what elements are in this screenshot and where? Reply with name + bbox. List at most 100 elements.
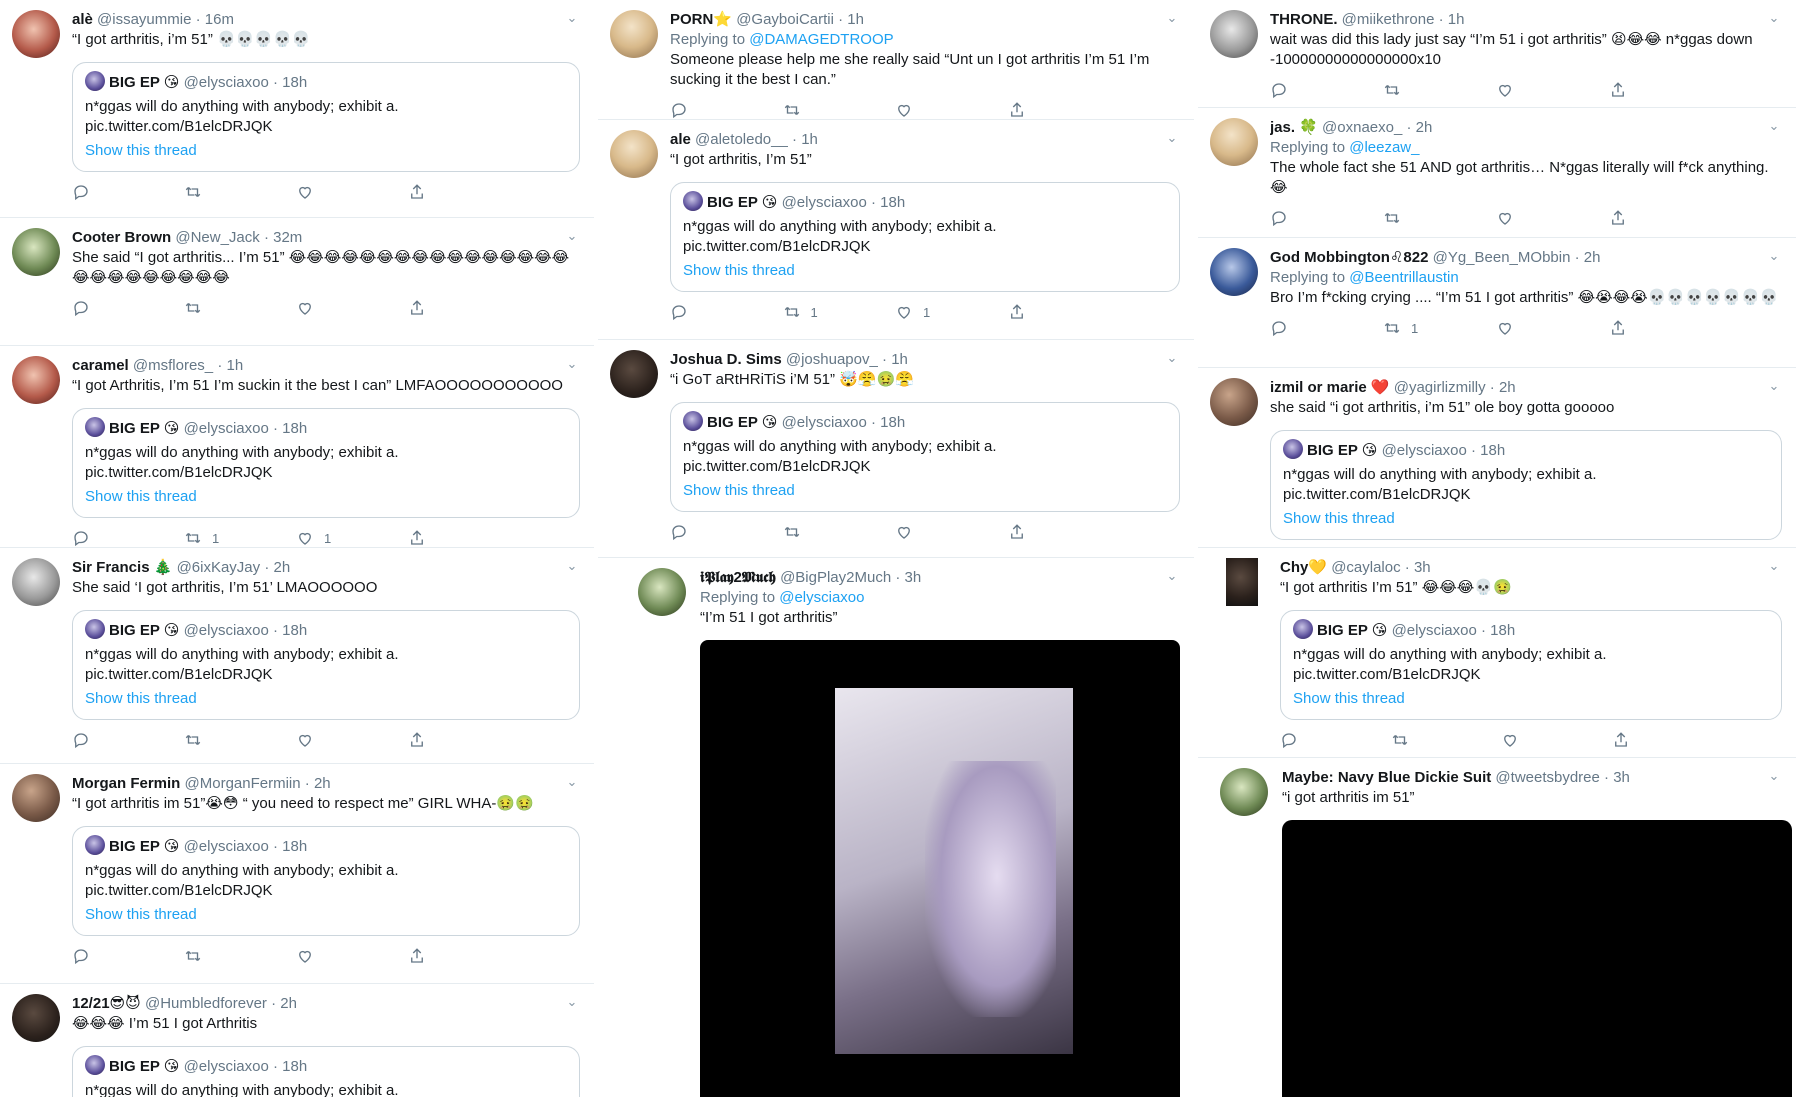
avatar[interactable] — [1220, 768, 1268, 816]
share-button[interactable] — [1008, 101, 1121, 119]
caret-down-icon[interactable]: ⌄ — [564, 558, 580, 574]
show-thread-link[interactable]: Show this thread — [85, 141, 567, 161]
author-name[interactable]: jas. 🍀 — [1270, 119, 1318, 136]
video-player[interactable] — [700, 640, 1180, 1097]
timestamp[interactable]: 2h — [1416, 119, 1433, 136]
caret-down-icon[interactable]: ⌄ — [1164, 350, 1180, 366]
quote-tweet[interactable]: BIG EP 😘 @elysciaxoo · 18h n*ggas will d… — [670, 182, 1180, 292]
tweet[interactable]: 𝖎𝕻𝖑𝖆𝖞2𝕸𝖚𝖈𝖍 @BigPlay2Much · 3h ⌄ Replying… — [598, 558, 1194, 1097]
author-name[interactable]: Morgan Fermin — [72, 775, 180, 792]
retweet-button[interactable] — [1391, 731, 1502, 749]
reply-button[interactable] — [1270, 319, 1383, 337]
author-name[interactable]: God Mobbington♌822 — [1270, 249, 1428, 266]
timestamp[interactable]: 2h — [280, 995, 297, 1012]
tweet[interactable]: God Mobbington♌822 @Yg_Been_MObbin · 2h … — [1198, 238, 1796, 368]
avatar[interactable] — [610, 10, 658, 58]
share-button[interactable] — [408, 529, 520, 547]
author-handle[interactable]: @aletoledo__ — [695, 131, 788, 148]
timestamp[interactable]: 2h — [274, 559, 291, 576]
tweet[interactable]: THRONE. @miikethrone · 1h ⌄ wait was did… — [1198, 0, 1796, 108]
avatar[interactable] — [12, 994, 60, 1042]
like-button[interactable] — [296, 299, 408, 317]
author-name[interactable]: caramel — [72, 357, 129, 374]
caret-down-icon[interactable]: ⌄ — [1766, 118, 1782, 134]
author-name[interactable]: Joshua D. Sims — [670, 351, 782, 368]
like-button[interactable] — [1501, 731, 1612, 749]
show-thread-link[interactable]: Show this thread — [1283, 509, 1769, 529]
author-name[interactable]: Sir Francis 🎄 — [72, 559, 172, 576]
timestamp[interactable]: 1h — [891, 351, 908, 368]
timestamp[interactable]: 2h — [1584, 249, 1601, 266]
avatar[interactable] — [1210, 248, 1258, 296]
share-button[interactable] — [408, 299, 520, 317]
caret-down-icon[interactable]: ⌄ — [1766, 378, 1782, 394]
author-handle[interactable]: @issayummie — [97, 11, 191, 28]
like-button[interactable] — [1496, 209, 1609, 227]
author-handle[interactable]: @6ixKayJay — [177, 559, 261, 576]
author-name[interactable]: Cooter Brown — [72, 229, 171, 246]
retweet-button[interactable] — [1383, 209, 1496, 227]
timestamp[interactable]: 32m — [273, 229, 302, 246]
author-handle[interactable]: @GayboiCartii — [736, 11, 834, 28]
reply-button[interactable] — [1270, 209, 1383, 227]
retweet-button[interactable] — [1383, 81, 1496, 99]
caret-down-icon[interactable]: ⌄ — [1164, 130, 1180, 146]
tweet[interactable]: caramel @msflores_ · 1h ⌄ “I got Arthrit… — [0, 346, 594, 548]
avatar[interactable] — [12, 10, 60, 58]
retweet-button[interactable]: 1 — [1383, 319, 1496, 337]
author-handle[interactable]: @msflores_ — [133, 357, 213, 374]
caret-down-icon[interactable]: ⌄ — [1766, 10, 1782, 26]
timestamp[interactable]: 1h — [801, 131, 818, 148]
avatar[interactable] — [1210, 378, 1258, 426]
like-button[interactable]: 1 — [296, 529, 408, 547]
retweet-button[interactable] — [783, 101, 896, 119]
author-name[interactable]: izmil or marie ❤️ — [1270, 379, 1390, 396]
replying-to-link[interactable]: @leezaw_ — [1349, 139, 1419, 156]
share-button[interactable] — [1612, 731, 1723, 749]
tweet[interactable]: Maybe: Navy Blue Dickie Suit @tweetsbydr… — [1198, 758, 1796, 1097]
author-name[interactable]: THRONE. — [1270, 11, 1338, 28]
author-handle[interactable]: @tweetsbydree — [1495, 769, 1599, 786]
reply-button[interactable] — [72, 529, 184, 547]
share-button[interactable] — [1609, 319, 1722, 337]
caret-down-icon[interactable]: ⌄ — [564, 228, 580, 244]
tweet[interactable]: Chy💛 @caylaloc · 3h ⌄ “I got arthritis I… — [1198, 548, 1796, 758]
retweet-button[interactable] — [184, 947, 296, 965]
tweet[interactable]: ale @aletoledo__ · 1h ⌄ “I got arthritis… — [598, 120, 1194, 340]
author-handle[interactable]: @MorganFermiin — [185, 775, 301, 792]
quote-tweet[interactable]: BIG EP 😘 @elysciaxoo · 18h n*ggas will d… — [72, 826, 580, 936]
caret-down-icon[interactable]: ⌄ — [1766, 768, 1782, 784]
reply-button[interactable] — [670, 523, 783, 541]
like-button[interactable] — [895, 101, 1008, 119]
share-button[interactable] — [408, 731, 520, 749]
show-thread-link[interactable]: Show this thread — [1293, 689, 1769, 709]
like-button[interactable] — [1496, 319, 1609, 337]
avatar[interactable] — [12, 356, 60, 404]
quote-tweet[interactable]: BIG EP 😘 @elysciaxoo · 18h n*ggas will d… — [1280, 610, 1782, 720]
share-button[interactable] — [408, 947, 520, 965]
quote-tweet[interactable]: BIG EP 😘 @elysciaxoo · 18h n*ggas will d… — [1270, 430, 1782, 540]
timestamp[interactable]: 16m — [205, 11, 234, 28]
avatar[interactable] — [12, 558, 60, 606]
author-handle[interactable]: @Yg_Been_MObbin — [1433, 249, 1571, 266]
tweet[interactable]: Cooter Brown @New_Jack · 32m ⌄ She said … — [0, 218, 594, 346]
like-button[interactable] — [296, 731, 408, 749]
tweet[interactable]: PORN⭐ @GayboiCartii · 1h ⌄ Replying to @… — [598, 0, 1194, 120]
avatar[interactable] — [1226, 558, 1258, 606]
caret-down-icon[interactable]: ⌄ — [564, 356, 580, 372]
timestamp[interactable]: 1h — [226, 357, 243, 374]
caret-down-icon[interactable]: ⌄ — [564, 994, 580, 1010]
replying-to-link[interactable]: @DAMAGEDTROOP — [749, 31, 893, 48]
tweet[interactable]: alè @issayummie · 16m ⌄ “I got arthritis… — [0, 0, 594, 218]
tweet[interactable]: Morgan Fermin @MorganFermiin · 2h ⌄ “I g… — [0, 764, 594, 984]
timestamp[interactable]: 1h — [1448, 11, 1465, 28]
author-name[interactable]: Chy💛 — [1280, 559, 1327, 576]
reply-button[interactable] — [1270, 81, 1383, 99]
author-handle[interactable]: @oxnaexo_ — [1322, 119, 1402, 136]
show-thread-link[interactable]: Show this thread — [85, 689, 567, 709]
quote-tweet[interactable]: BIG EP 😘 @elysciaxoo · 18h n*ggas will d… — [670, 402, 1180, 512]
retweet-button[interactable] — [184, 299, 296, 317]
timestamp[interactable]: 3h — [905, 569, 922, 586]
avatar[interactable] — [1210, 10, 1258, 58]
author-handle[interactable]: @yagirlizmilly — [1394, 379, 1486, 396]
